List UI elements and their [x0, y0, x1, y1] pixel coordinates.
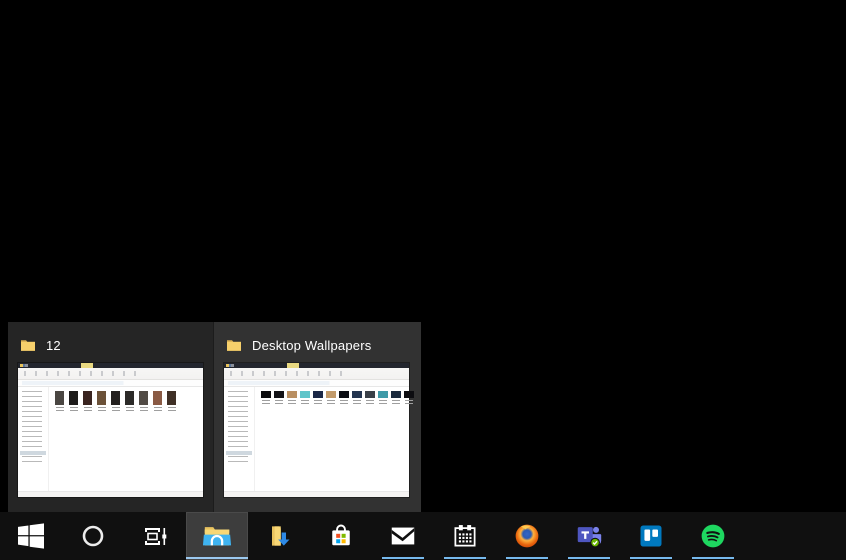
mini-file-thumbnails	[261, 391, 414, 404]
mini-navigation-pane	[18, 387, 49, 491]
mini-file-thumbnail	[125, 391, 134, 411]
taskbar-button-cortana[interactable]	[62, 512, 124, 560]
mail-icon	[391, 527, 415, 545]
start-icon	[18, 523, 44, 549]
window-thumbnail	[224, 363, 414, 497]
preview-title: 12	[46, 337, 61, 353]
calendar-icon	[454, 525, 476, 547]
microsoft-store-icon	[332, 524, 350, 546]
firefox-icon	[515, 524, 539, 548]
taskbar-button-file-explorer[interactable]	[186, 512, 248, 560]
taskbar-button-microsoft-store[interactable]	[310, 512, 372, 560]
mini-file-thumbnail	[300, 391, 310, 404]
mini-window-body	[224, 387, 414, 491]
mini-file-thumbnail	[404, 391, 414, 404]
folder-icon	[21, 340, 35, 351]
mini-ribbon-tab	[286, 363, 299, 368]
mini-address-bar	[224, 380, 409, 387]
mini-file-thumbnail	[83, 391, 92, 411]
mini-file-thumbnail	[55, 391, 64, 411]
mini-file-thumbnail	[111, 391, 120, 411]
folder-icon	[227, 340, 241, 351]
mini-address-bar	[18, 380, 203, 387]
spotify-icon	[701, 524, 725, 548]
taskbar-button-firefox[interactable]	[496, 512, 558, 560]
mini-file-thumbnail	[313, 391, 323, 404]
trello-icon	[640, 525, 662, 547]
cortana-icon	[82, 525, 104, 547]
mini-file-thumbnail	[378, 391, 388, 404]
mini-titlebar	[224, 363, 409, 368]
taskbar-button-downloads-folder[interactable]	[248, 512, 310, 560]
mini-file-thumbnails	[55, 391, 203, 411]
taskbar-button-start[interactable]	[0, 512, 62, 560]
mini-file-thumbnail	[365, 391, 375, 404]
taskbar-button-task-view[interactable]	[124, 512, 186, 560]
taskbar-button-mail[interactable]	[372, 512, 434, 560]
preview-header: Desktop Wallpapers	[224, 330, 411, 360]
mini-file-thumbnail	[153, 391, 162, 411]
preview-header: 12	[18, 330, 203, 360]
taskbar-button-spotify[interactable]	[682, 512, 744, 560]
mini-window-body	[18, 387, 203, 491]
window-thumbnail	[18, 363, 203, 497]
mini-ribbon-tab	[80, 363, 93, 368]
mini-ribbon	[18, 368, 203, 380]
teams-icon	[577, 526, 602, 548]
mini-file-thumbnail	[391, 391, 401, 404]
mini-status-bar	[18, 491, 203, 497]
mini-file-thumbnail	[261, 391, 271, 404]
mini-file-thumbnail	[274, 391, 284, 404]
mini-file-thumbnail	[287, 391, 297, 404]
mini-file-thumbnail	[97, 391, 106, 411]
mini-status-bar	[224, 491, 409, 497]
mini-content-area	[49, 387, 203, 491]
mini-navigation-pane	[224, 387, 255, 491]
mini-file-thumbnail	[352, 391, 362, 404]
taskbar-button-teams[interactable]	[558, 512, 620, 560]
taskbar-preview-flyout: 12 Desktop Wallpapers	[8, 322, 421, 512]
taskbar-button-trello[interactable]	[620, 512, 682, 560]
mini-content-area	[255, 387, 414, 491]
mini-file-thumbnail	[69, 391, 78, 411]
mini-file-thumbnail	[139, 391, 148, 411]
taskbar	[0, 512, 846, 560]
preview-cell-12[interactable]: 12	[8, 322, 213, 512]
mini-ribbon	[224, 368, 409, 380]
preview-cell-desktop-wallpapers[interactable]: Desktop Wallpapers	[214, 322, 421, 512]
mini-file-thumbnail	[167, 391, 176, 411]
task-view-icon	[145, 528, 167, 545]
preview-title: Desktop Wallpapers	[252, 337, 372, 353]
downloads-folder-icon	[272, 526, 290, 546]
mini-file-thumbnail	[339, 391, 349, 404]
mini-titlebar	[18, 363, 203, 368]
file-explorer-icon	[202, 527, 232, 546]
taskbar-button-calendar[interactable]	[434, 512, 496, 560]
mini-file-thumbnail	[326, 391, 336, 404]
